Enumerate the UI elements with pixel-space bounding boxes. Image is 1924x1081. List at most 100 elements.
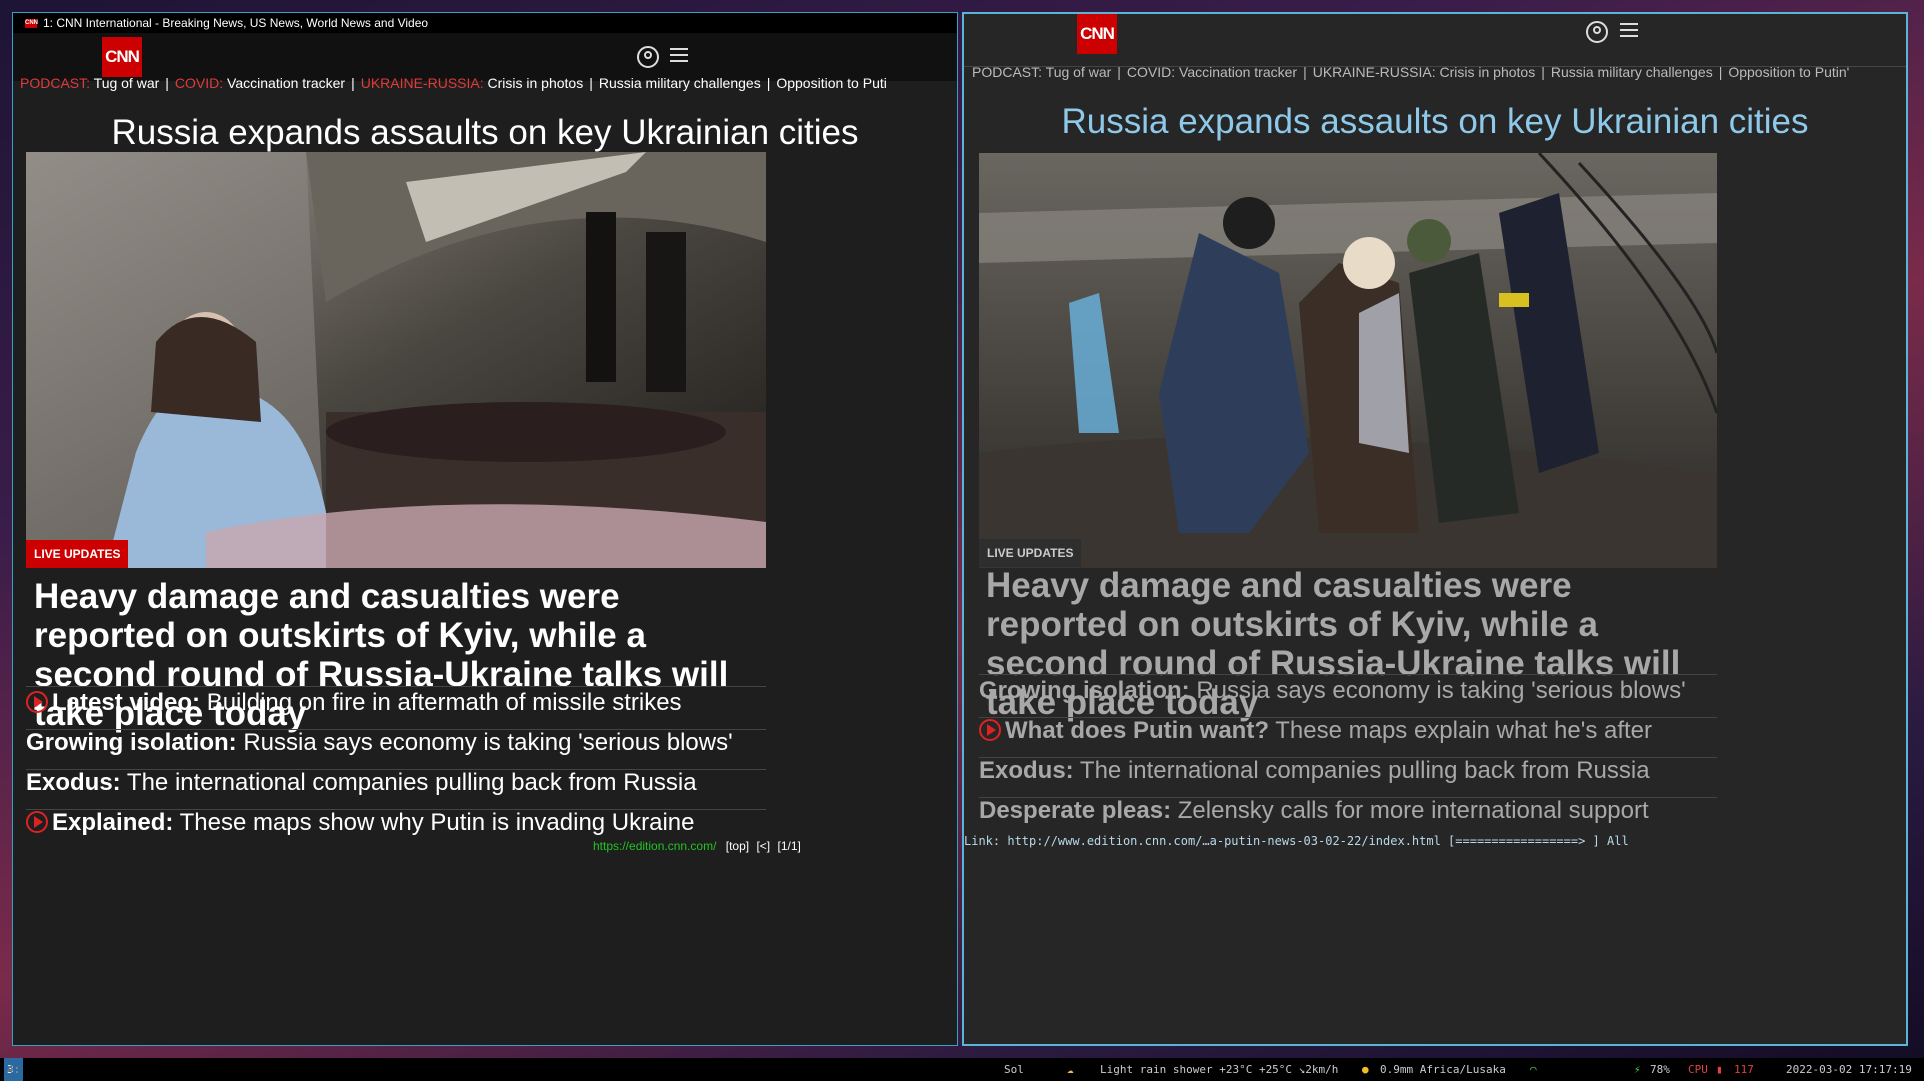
subnav-link[interactable]: UKRAINE-RUSSIA: Crisis in photos <box>361 75 584 91</box>
hero-image[interactable]: LIVE UPDATES <box>26 152 766 568</box>
subnav-key: COVID: <box>174 75 224 91</box>
sun-icon: ● <box>1362 1063 1369 1076</box>
cpu-value: 117 <box>1734 1063 1754 1076</box>
right-browser-window: CNN PODCAST: Tug of war | COVID: Vaccinati… <box>962 12 1908 1046</box>
subnav-key: PODCAST: <box>972 64 1043 80</box>
hamburger-menu-icon[interactable] <box>670 48 688 62</box>
subnav-key: UKRAINE-RUSSIA: <box>1312 64 1436 80</box>
story-text: These maps show why Putin is invading Uk… <box>179 809 695 836</box>
story-link[interactable]: Latest video: Building on fire in afterm… <box>26 689 682 717</box>
subnav-separator: | <box>165 75 169 91</box>
story-link[interactable]: Exodus: The international companies pull… <box>979 757 1650 785</box>
sub-navigation: PODCAST: Tug of war | COVID: Vaccination t… <box>20 75 950 91</box>
precipitation-text: 0.9mm Africa/Lusaka <box>1380 1063 1506 1076</box>
story-text: Building on fire in aftermath of missile… <box>206 689 682 716</box>
story-label: Latest video: <box>52 689 201 716</box>
subnav-link[interactable]: PODCAST: Tug of war <box>20 75 159 91</box>
divider <box>26 686 766 687</box>
subnav-text: Crisis in photos <box>1439 64 1536 80</box>
story-label: What does Putin want? <box>1005 717 1269 744</box>
subnav-separator: | <box>1117 64 1121 80</box>
status-url: https://edition.cnn.com/ <box>593 839 717 853</box>
divider <box>979 674 1717 675</box>
play-video-icon <box>26 691 48 713</box>
subnav-text: Vaccination tracker <box>1179 64 1298 80</box>
cnn-favicon-icon: CNN <box>25 19 38 29</box>
hero-image[interactable]: LIVE UPDATES <box>979 153 1717 568</box>
subnav-link[interactable]: Russia military challenges <box>599 75 761 91</box>
account-icon[interactable] <box>1586 21 1608 43</box>
subnav-key: UKRAINE-RUSSIA: <box>360 75 484 91</box>
subnav-text: Tug of war <box>93 75 160 91</box>
subnav-separator: | <box>589 75 593 91</box>
subnav-text: Opposition to Puti <box>776 75 887 91</box>
subnav-text: Russia military challenges <box>1550 64 1713 80</box>
window-title: 1: CNN International - Breaking News, US… <box>43 16 429 30</box>
subnav-separator: | <box>351 75 355 91</box>
story-text: Zelensky calls for more international su… <box>1177 797 1649 824</box>
subnav-link[interactable]: UKRAINE-RUSSIA: Crisis in photos <box>1313 64 1536 80</box>
subnav-separator: | <box>766 75 771 91</box>
hero-photo-illustration <box>979 153 1717 568</box>
story-link[interactable]: Growing isolation: Russia says economy i… <box>26 729 733 757</box>
subnav-text: Russia military challenges <box>598 75 761 91</box>
story-link[interactable]: Desperate pleas: Zelensky calls for more… <box>979 797 1649 825</box>
browser-status-line: Link: http://www.edition.cnn.com/…a-puti… <box>964 834 1906 848</box>
subnav-text: Vaccination tracker <box>227 75 346 91</box>
rain-cloud-icon: ☁ <box>1067 1063 1074 1076</box>
cpu-meter-icon: ▮ <box>1716 1063 1723 1076</box>
page-headline[interactable]: Russia expands assaults on key Ukrainian… <box>13 113 957 153</box>
location-label: Sol <box>1004 1063 1024 1076</box>
subnav-text: Opposition to Putin' <box>1728 64 1850 80</box>
story-label: Exodus: <box>26 769 121 796</box>
story-link[interactable]: Explained: These maps show why Putin is … <box>26 809 695 837</box>
subnav-separator: | <box>1541 64 1545 80</box>
datetime: 2022-03-02 17:17:19 <box>1786 1063 1912 1076</box>
system-taskbar: 3: 4: Sol ☁ Light rain shower +23°C +25°C… <box>0 1058 1924 1081</box>
subnav-key: COVID: <box>1126 64 1176 80</box>
story-label: Explained: <box>52 809 174 836</box>
weather-text: Light rain shower +23°C +25°C ↘2km/h <box>1100 1063 1339 1076</box>
page-headline[interactable]: Russia expands assaults on key Ukrainian… <box>964 102 1906 142</box>
workspace-inactive[interactable]: 4: <box>4 1058 23 1081</box>
play-video-icon <box>26 811 48 833</box>
hero-photo-illustration <box>26 152 766 568</box>
play-video-icon <box>979 719 1001 741</box>
story-label: Exodus: <box>979 757 1074 784</box>
subnav-link[interactable]: PODCAST: Tug of war <box>972 64 1111 80</box>
account-icon[interactable] <box>637 46 659 68</box>
subnav-separator: | <box>1718 64 1723 80</box>
left-browser-window: CNN 1: CNN International - Breaking News,… <box>12 12 958 1046</box>
story-text: These maps explain what he's after <box>1275 717 1653 744</box>
live-updates-badge: LIVE UPDATES <box>26 540 129 568</box>
cpu-label: CPU <box>1688 1063 1708 1076</box>
browser-status-line: https://edition.cnn.com/ [top] [<] [1/1] <box>593 839 801 853</box>
cnn-logo[interactable]: CNN <box>102 37 142 77</box>
subnav-link[interactable]: COVID: Vaccination tracker <box>1127 64 1297 80</box>
subnav-key: PODCAST: <box>20 75 91 91</box>
story-link[interactable]: What does Putin want? These maps explain… <box>979 717 1652 745</box>
tab-count: [1/1] <box>777 839 801 853</box>
sub-navigation: PODCAST: Tug of war | COVID: Vaccination t… <box>972 64 1902 80</box>
story-text: Russia says economy is taking 'serious b… <box>1196 677 1686 704</box>
back-indicator: [<] <box>756 839 771 853</box>
cnn-logo[interactable]: CNN <box>1077 14 1117 54</box>
subnav-link[interactable]: Opposition to Puti <box>776 75 887 91</box>
live-updates-badge: LIVE UPDATES <box>979 539 1082 567</box>
story-text: The international companies pulling back… <box>126 769 697 796</box>
battery-icon: ⚡ <box>1634 1063 1641 1076</box>
story-link[interactable]: Exodus: The international companies pull… <box>26 769 697 797</box>
subnav-link[interactable]: Opposition to Putin' <box>1728 64 1849 80</box>
subnav-link[interactable]: Russia military challenges <box>1551 64 1713 80</box>
subnav-link[interactable]: COVID: Vaccination tracker <box>175 75 345 91</box>
story-link[interactable]: Growing isolation: Russia says economy i… <box>979 677 1686 705</box>
subnav-separator: | <box>1303 64 1307 80</box>
subnav-text: Crisis in photos <box>487 75 584 91</box>
scroll-position: [top] <box>725 839 750 853</box>
site-header: CNN <box>964 14 1906 67</box>
hamburger-menu-icon[interactable] <box>1620 23 1638 37</box>
site-header: CNN <box>13 33 957 81</box>
wifi-icon: ◠ <box>1530 1063 1537 1076</box>
story-text: The international companies pulling back… <box>1079 757 1650 784</box>
story-label: Growing isolation: <box>979 677 1190 704</box>
